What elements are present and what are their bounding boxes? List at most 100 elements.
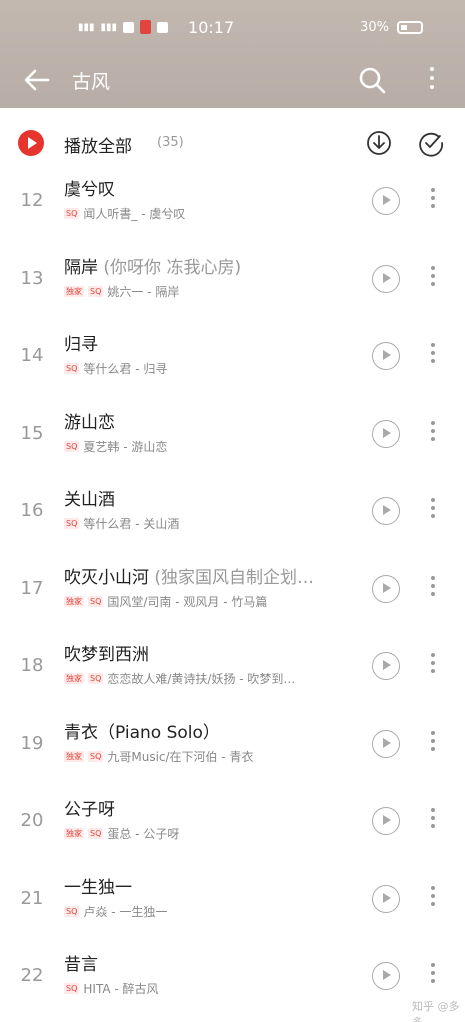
sq-badge: SQ	[64, 440, 80, 452]
multi-select-icon[interactable]	[417, 129, 445, 157]
more-vertical-icon[interactable]	[426, 262, 440, 294]
track-number: 13	[20, 267, 44, 289]
song-row[interactable]: 17 吹灭小山河 (独家国风自制企划… 独家 SQ 国风堂/司南 - 观风月 - 竹马篇	[0, 558, 465, 635]
song-title: 虞兮叹	[64, 175, 115, 200]
song-meta: SQ HITA - 醉古风	[64, 980, 159, 997]
play-icon[interactable]	[372, 962, 400, 990]
more-vertical-icon[interactable]	[426, 959, 440, 991]
song-row[interactable]: 20 公子呀 独家 SQ 蛋总 - 公子呀	[0, 790, 465, 867]
song-meta: 独家 SQ 国风堂/司南 - 观风月 - 竹马篇	[64, 593, 267, 610]
song-artist: 蛋总 - 公子呀	[107, 827, 180, 841]
song-meta: SQ 闻人听書_ - 虞兮叹	[64, 205, 185, 222]
song-row[interactable]: 16 关山酒 SQ 等什么君 - 关山酒	[0, 480, 465, 557]
song-title: 归寻	[64, 330, 98, 355]
song-name: 游山恋	[64, 412, 115, 433]
song-row[interactable]: 12 虞兮叹 SQ 闻人听書_ - 虞兮叹	[0, 170, 465, 247]
more-vertical-icon[interactable]	[426, 494, 440, 526]
song-subtitle: (独家国风自制企划…	[154, 567, 315, 588]
play-icon[interactable]	[372, 807, 400, 835]
more-vertical-icon[interactable]	[420, 62, 444, 98]
play-icon[interactable]	[372, 187, 400, 215]
more-vertical-icon[interactable]	[426, 184, 440, 216]
song-name: 隔岸	[64, 257, 98, 278]
song-row[interactable]: 22 昔言 SQ HITA - 醉古风	[0, 945, 465, 1022]
play-icon[interactable]	[372, 264, 400, 293]
sq-badge: SQ	[64, 363, 80, 374]
track-number: 12	[20, 190, 44, 211]
sq-badge: SQ	[88, 595, 104, 607]
song-row[interactable]: 15 游山恋 SQ 夏艺韩 - 游山恋	[0, 403, 465, 480]
sq-badge: SQ	[64, 905, 80, 917]
header: 古风	[0, 54, 465, 108]
song-title: 关山酒	[64, 485, 115, 510]
status-time: 10:17	[188, 17, 235, 37]
exclusive-badge: 独家	[64, 673, 84, 684]
song-name: 吹梦到西洲	[64, 645, 149, 665]
song-title: 昔言	[64, 950, 98, 975]
more-vertical-icon[interactable]	[426, 417, 440, 449]
song-row[interactable]: 13 隔岸 (你呀你 冻我心房) 独家 SQ 姚六一 - 隔岸	[0, 248, 465, 325]
more-vertical-icon[interactable]	[426, 727, 440, 759]
song-name: 公子呀	[64, 800, 115, 820]
track-number: 20	[20, 810, 44, 831]
song-title: 吹灭小山河 (独家国风自制企划…	[64, 563, 314, 588]
track-number: 22	[20, 965, 44, 986]
song-name: 昔言	[64, 955, 98, 975]
song-meta: SQ 等什么君 - 归寻	[64, 360, 167, 377]
play-icon[interactable]	[372, 497, 400, 525]
song-count: (35)	[157, 135, 184, 150]
sq-badge: SQ	[88, 750, 104, 762]
sq-badge: SQ	[64, 208, 80, 219]
song-artist: 等什么君 - 关山酒	[83, 517, 180, 531]
notification-icon	[123, 21, 135, 33]
song-title: 吹梦到西洲	[64, 640, 149, 665]
play-icon[interactable]	[372, 652, 400, 680]
song-title: 青衣（Piano Solo）	[64, 718, 220, 743]
song-meta: 独家 SQ 蛋总 - 公子呀	[64, 825, 179, 842]
sq-badge: SQ	[64, 983, 80, 994]
status-indicators: ▮▮▮ ▮▮▮ 10:17	[78, 18, 234, 37]
song-meta: SQ 夏艺韩 - 游山恋	[64, 438, 167, 455]
play-icon[interactable]	[372, 342, 400, 370]
song-row[interactable]: 21 一生独一 SQ 卢焱 - 一生独一	[0, 868, 465, 945]
song-title: 隔岸 (你呀你 冻我心房)	[64, 253, 241, 278]
play-icon[interactable]	[372, 884, 400, 913]
song-artist: 姚六一 - 隔岸	[107, 284, 180, 299]
arrow-left-icon[interactable]	[20, 63, 54, 97]
song-row[interactable]: 18 吹梦到西洲 独家 SQ 恋恋故人难/黄诗扶/妖扬 - 吹梦到…	[0, 635, 465, 712]
more-vertical-icon[interactable]	[426, 649, 440, 681]
download-icon[interactable]	[365, 129, 393, 157]
signal-icon-2: ▮▮▮	[100, 21, 118, 33]
more-vertical-icon[interactable]	[426, 804, 440, 836]
play-icon[interactable]	[372, 729, 400, 758]
track-number: 21	[20, 887, 44, 909]
watermark: 知乎 @多多	[412, 1000, 460, 1022]
search-icon[interactable]	[356, 64, 388, 96]
song-row[interactable]: 19 青衣（Piano Solo） 独家 SQ 九哥Music/在下河伯 - 青衣	[0, 713, 465, 790]
more-vertical-icon[interactable]	[426, 572, 440, 604]
play-icon[interactable]	[372, 419, 400, 448]
song-name: 吹灭小山河	[64, 567, 149, 588]
track-number: 16	[20, 500, 44, 521]
song-title: 一生独一	[64, 873, 132, 898]
play-icon[interactable]	[372, 574, 400, 603]
song-artist: 国风堂/司南 - 观风月 - 竹马篇	[107, 594, 268, 609]
sq-badge: SQ	[64, 518, 80, 529]
song-meta: 独家 SQ 姚六一 - 隔岸	[64, 283, 179, 300]
status-battery-text: 30%	[360, 19, 389, 35]
more-vertical-icon[interactable]	[426, 339, 440, 371]
app-notification-icon	[140, 20, 152, 34]
exclusive-badge: 独家	[64, 285, 84, 297]
sq-badge: SQ	[88, 828, 104, 839]
more-vertical-icon[interactable]	[426, 882, 440, 914]
track-number: 17	[20, 577, 44, 599]
song-row[interactable]: 14 归寻 SQ 等什么君 - 归寻	[0, 325, 465, 402]
play-all-label[interactable]: 播放全部	[64, 132, 132, 157]
play-all-icon[interactable]	[18, 130, 44, 156]
song-name: 关山酒	[64, 490, 115, 510]
song-name: 虞兮叹	[64, 180, 115, 200]
song-meta: SQ 卢焱 - 一生独一	[64, 903, 167, 920]
song-artist: 夏艺韩 - 游山恋	[83, 439, 168, 454]
top-bar: ▮▮▮ ▮▮▮ 10:17 30% 古风	[0, 0, 465, 108]
song-meta: 独家 SQ 九哥Music/在下河伯 - 青衣	[64, 748, 254, 765]
